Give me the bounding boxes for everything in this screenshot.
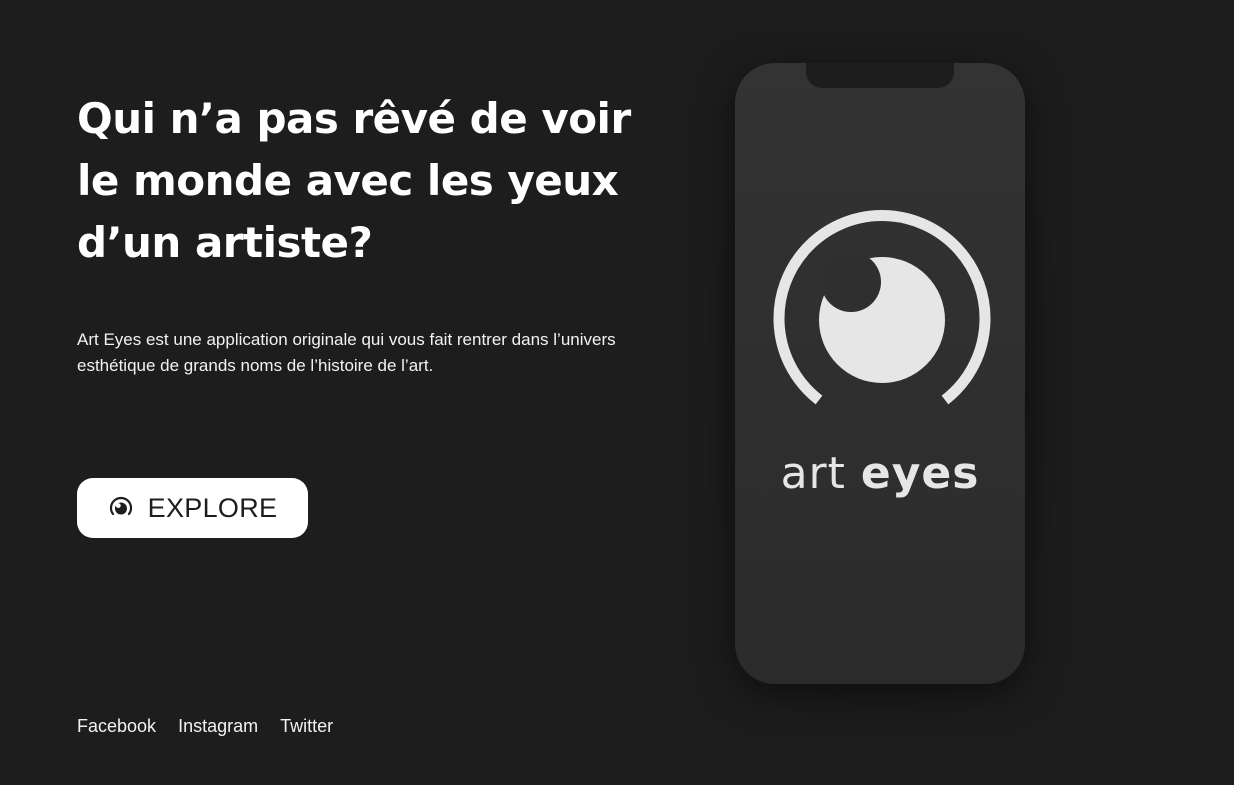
- landing-page: Qui n’a pas rêvé de voir le monde avec l…: [0, 0, 1234, 785]
- instagram-link[interactable]: Instagram: [178, 716, 258, 737]
- phone-notch: [806, 63, 954, 88]
- explore-button-label: EXPLORE: [147, 492, 278, 523]
- brand-wordmark: art eyes: [735, 448, 1025, 499]
- twitter-link[interactable]: Twitter: [280, 716, 333, 737]
- facebook-link[interactable]: Facebook: [77, 716, 156, 737]
- intro-paragraph: Art Eyes est une application originale q…: [77, 330, 616, 375]
- phone-mockup: art eyes: [735, 63, 1025, 684]
- explore-button[interactable]: EXPLORE: [77, 478, 308, 538]
- brand-word-art: art: [780, 448, 846, 499]
- social-links: Facebook Instagram Twitter: [77, 716, 333, 737]
- eye-icon: [109, 496, 132, 516]
- eye-logo-icon: [773, 210, 991, 405]
- page-headline: Qui n’a pas rêvé de voir le monde avec l…: [77, 94, 631, 267]
- brand-word-eyes: eyes: [860, 448, 980, 499]
